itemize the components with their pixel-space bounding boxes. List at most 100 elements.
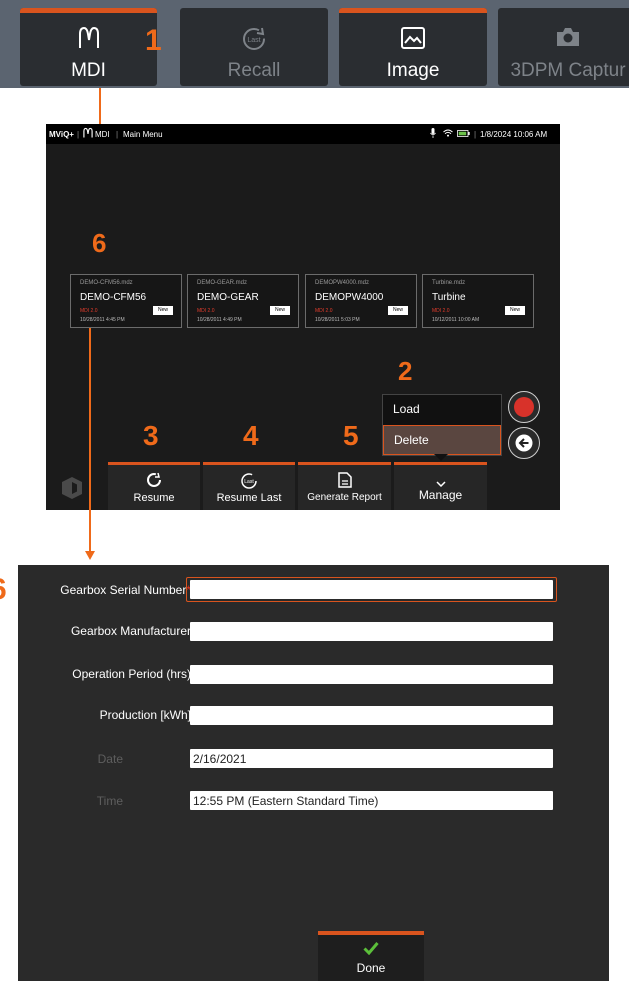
image-label: Image bbox=[386, 60, 440, 81]
battery-icon bbox=[457, 130, 470, 139]
3dpm-capture-button[interactable]: 3DPM Captur bbox=[498, 8, 629, 86]
document-icon bbox=[298, 472, 391, 493]
active-indicator bbox=[203, 462, 295, 465]
card-version: MDI 2.0 bbox=[315, 308, 333, 314]
gearbox-serial-number-input[interactable] bbox=[190, 580, 553, 599]
callout-5: 5 bbox=[343, 420, 359, 451]
done-button[interactable]: Done bbox=[318, 931, 424, 981]
production-label: Production [kWh] bbox=[99, 708, 191, 722]
recall-icon-text: Last bbox=[247, 37, 260, 44]
card-filename: DEMOPW4000.mdz bbox=[315, 280, 370, 286]
status-bar: MViQ+ | MDI | Main Menu | 1/8/2024 10:06… bbox=[46, 124, 560, 144]
mdi-file-card[interactable]: DEMO-CFM56.mdz DEMO-CFM56 MDI 2.0 10/28/… bbox=[70, 274, 182, 328]
callout-3: 3 bbox=[143, 420, 159, 451]
card-date: 10/28/2011 4:45 PM bbox=[80, 317, 125, 323]
camera-icon bbox=[498, 26, 629, 53]
card-version: MDI 2.0 bbox=[197, 308, 215, 314]
divider: | bbox=[474, 130, 477, 139]
connector-line bbox=[89, 328, 91, 554]
tablet-screen: MViQ+ | MDI | Main Menu | 1/8/2024 10:06… bbox=[46, 124, 560, 510]
callout-6-form: 6 bbox=[0, 573, 7, 607]
manage-button[interactable]: Manage bbox=[394, 462, 487, 510]
done-label: Done bbox=[356, 961, 386, 975]
mdi-file-card[interactable]: DEMOPW4000.mdz DEMOPW4000 MDI 2.0 10/28/… bbox=[305, 274, 417, 328]
operation-period-input[interactable] bbox=[190, 665, 553, 684]
checkmark-icon bbox=[363, 941, 379, 960]
card-version: MDI 2.0 bbox=[432, 308, 450, 314]
callout-4: 4 bbox=[243, 420, 259, 451]
production-input[interactable] bbox=[190, 706, 553, 725]
card-filename: Turbine.mdz bbox=[432, 280, 466, 286]
main-toolbar-strip: MDI Last Recall Image 3DPM Captur bbox=[0, 0, 629, 88]
recall-last-icon: Last bbox=[180, 26, 328, 57]
active-indicator bbox=[298, 462, 391, 465]
mdi-file-card[interactable]: Turbine.mdz Turbine MDI 2.0 10/12/2011 1… bbox=[422, 274, 534, 328]
callout-6: 6 bbox=[92, 228, 107, 258]
record-button[interactable] bbox=[508, 391, 540, 423]
card-filename: DEMO-CFM56.mdz bbox=[80, 280, 133, 286]
mdi-file-card[interactable]: DEMO-GEAR.mdz DEMO-GEAR MDI 2.0 10/28/20… bbox=[187, 274, 299, 328]
callout-2: 2 bbox=[398, 356, 413, 386]
brand-label: MViQ+ bbox=[49, 130, 74, 139]
card-date: 10/28/2011 4:49 PM bbox=[197, 317, 242, 323]
image-button[interactable]: Image bbox=[339, 8, 487, 86]
mdi-icon bbox=[20, 26, 157, 55]
time-label: Time bbox=[96, 794, 123, 808]
mdi-button[interactable]: MDI bbox=[20, 8, 157, 86]
microphone-icon bbox=[430, 128, 436, 140]
gearbox-serial-number-label: Gearbox Serial Number bbox=[60, 583, 187, 597]
card-title: DEMOPW4000 bbox=[315, 292, 384, 303]
active-indicator bbox=[318, 931, 424, 935]
card-version: MDI 2.0 bbox=[80, 308, 98, 314]
new-badge: New bbox=[153, 306, 173, 315]
field-label: Gearbox Serial Number* bbox=[60, 583, 191, 597]
connector-arrowhead bbox=[85, 551, 95, 560]
resume-label: Resume bbox=[133, 492, 175, 504]
gearbox-manufacturer-input[interactable] bbox=[190, 622, 553, 641]
recall-label: Recall bbox=[227, 60, 281, 81]
datetime-label: 1/8/2024 10:06 AM bbox=[480, 130, 548, 139]
recall-button[interactable]: Last Recall bbox=[180, 8, 328, 86]
divider: | bbox=[116, 130, 119, 139]
resume-icon bbox=[108, 472, 200, 493]
card-date: 10/28/2011 5:03 PM bbox=[315, 317, 360, 323]
menu-label: Main Menu bbox=[123, 130, 163, 139]
menu-item-load[interactable]: Load bbox=[383, 395, 501, 424]
menu-pointer bbox=[434, 454, 448, 461]
generate-report-label: Generate Report bbox=[307, 492, 382, 503]
resume-button[interactable]: Resume bbox=[108, 462, 200, 510]
wifi-icon bbox=[443, 129, 453, 139]
date-input[interactable] bbox=[190, 749, 553, 768]
manage-menu: Load Delete bbox=[382, 394, 502, 456]
card-title: DEMO-GEAR bbox=[197, 292, 259, 303]
3dpm-capture-label: 3DPM Captur bbox=[510, 60, 626, 81]
card-date: 10/12/2011 10:00 AM bbox=[432, 317, 480, 323]
card-title: Turbine bbox=[432, 292, 466, 303]
manage-label: Manage bbox=[418, 488, 463, 502]
active-indicator bbox=[108, 462, 200, 465]
image-icon bbox=[339, 26, 487, 55]
logo-icon bbox=[60, 476, 84, 505]
gearbox-form: Gearbox Serial Number* Gearbox Manufactu… bbox=[18, 565, 609, 981]
active-indicator bbox=[394, 462, 487, 465]
resume-last-button[interactable]: Last Resume Last bbox=[203, 462, 295, 510]
card-filename: DEMO-GEAR.mdz bbox=[197, 280, 248, 286]
record-icon bbox=[514, 397, 534, 417]
gearbox-manufacturer-label: Gearbox Manufacturer bbox=[70, 624, 191, 638]
new-badge: New bbox=[270, 306, 290, 315]
mdi-small-icon bbox=[83, 127, 93, 141]
resume-last-label: Resume Last bbox=[216, 492, 282, 504]
generate-report-button[interactable]: Generate Report bbox=[298, 462, 391, 510]
back-arrow-icon bbox=[515, 434, 533, 452]
new-badge: New bbox=[388, 306, 408, 315]
menu-item-delete[interactable]: Delete bbox=[383, 425, 501, 455]
active-indicator bbox=[20, 8, 157, 13]
time-input[interactable] bbox=[190, 791, 553, 810]
divider: | bbox=[77, 130, 80, 139]
date-label: Date bbox=[97, 752, 123, 766]
app-label: MDI bbox=[95, 130, 110, 139]
active-indicator bbox=[339, 8, 487, 13]
back-button[interactable] bbox=[508, 427, 540, 459]
operation-period-label: Operation Period (hrs) bbox=[72, 667, 191, 681]
card-title: DEMO-CFM56 bbox=[80, 292, 147, 303]
